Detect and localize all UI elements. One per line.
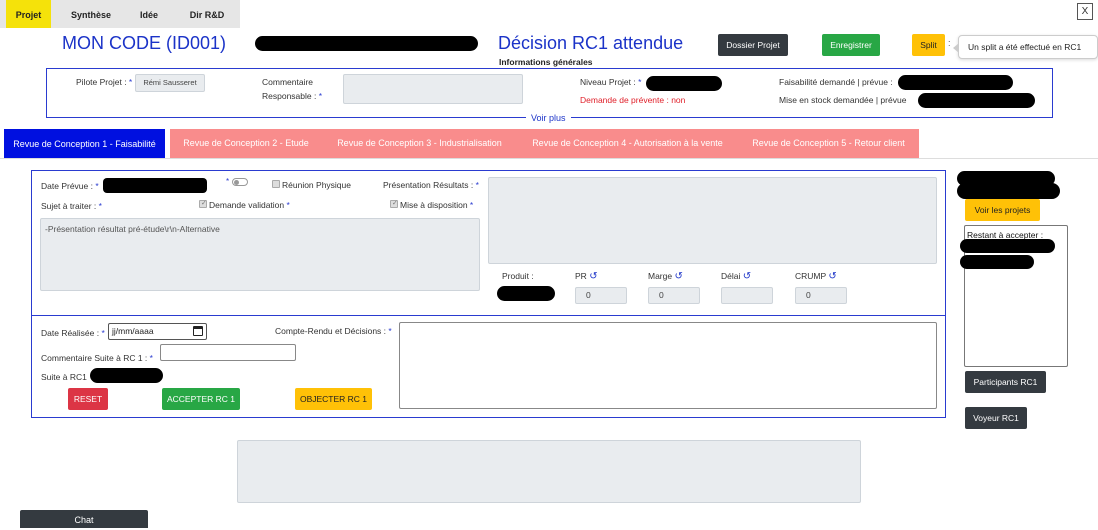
pr-history-icon[interactable]: ↺ (589, 271, 597, 282)
tab-dir-rd[interactable]: Dir R&D (180, 0, 234, 28)
close-button[interactable]: X (1077, 3, 1093, 20)
redacted-project-name (255, 36, 478, 51)
marge-history-icon[interactable]: ↺ (674, 271, 682, 282)
project-code-title: MON CODE (ID001) (62, 33, 227, 53)
date-realisee-label: Date Réalisée : * (41, 328, 105, 338)
reset-button[interactable]: RESET (68, 388, 108, 410)
redacted-restant-1 (960, 239, 1055, 253)
comment-label-line2: Responsable : * (262, 91, 323, 101)
prevente-status: Demande de prévente : non (580, 95, 686, 105)
crump-label: CRUMP ↺ (795, 271, 837, 282)
sujet-textarea[interactable]: -Présentation résultat pré-étude\r\n-Alt… (40, 218, 480, 291)
tab-rc4[interactable]: Revue de Conception 4 - Autorisation à l… (517, 129, 738, 158)
tab-rc2[interactable]: Revue de Conception 2 - Etude (170, 129, 322, 158)
demande-validation-checkbox[interactable] (199, 199, 207, 208)
date-toggle[interactable] (232, 178, 248, 186)
redacted-restant-2 (960, 255, 1034, 269)
faisabilite-label: Faisabilité demandé | prévue : (779, 77, 893, 87)
pilote-label: Pilote Projet : * (76, 77, 133, 87)
tab-rc5[interactable]: Revue de Conception 5 - Retour client (738, 129, 919, 158)
split-button[interactable]: Split (912, 34, 945, 56)
delai-history-icon[interactable]: ↺ (743, 271, 751, 282)
marge-label: Marge ↺ (648, 271, 683, 282)
pr-field[interactable]: 0 (575, 287, 627, 304)
produit-label: Produit : (502, 271, 534, 281)
voyeur-rc1-button[interactable]: Voyeur RC1 (965, 407, 1027, 429)
calendar-icon[interactable] (193, 326, 203, 336)
niveau-label: Niveau Projet : * (580, 77, 642, 87)
split-tooltip: Un split a été effectué en RC1 (953, 35, 1098, 59)
reunion-physique-label: Réunion Physique (282, 180, 351, 190)
redacted-date-prevue (103, 178, 207, 193)
split-dots-icon: : (948, 38, 951, 48)
save-button[interactable]: Enregistrer (822, 34, 880, 56)
dossier-projet-button[interactable]: Dossier Projet (718, 34, 788, 56)
redacted-niveau (646, 76, 722, 91)
voir-plus-link[interactable]: Voir plus (526, 113, 571, 123)
date-prevue-label: Date Prévue : * (41, 181, 99, 191)
presentation-textarea[interactable] (488, 177, 937, 264)
demande-validation-label: Demande validation * (209, 200, 290, 210)
presentation-label: Présentation Résultats : * (383, 180, 479, 190)
sujet-label: Sujet à traiter : * (41, 201, 102, 211)
tab-rc3[interactable]: Revue de Conception 3 - Industrialisatio… (322, 129, 517, 158)
date-prevue-required-mark: * (226, 177, 230, 186)
tab-rc1[interactable]: Revue de Conception 1 - Faisabilité (4, 129, 165, 158)
reunion-physique-checkbox[interactable] (272, 180, 280, 188)
tab-projet[interactable]: Projet (6, 0, 51, 28)
accept-rc1-button[interactable]: ACCEPTER RC 1 (162, 388, 240, 410)
crump-field[interactable]: 0 (795, 287, 847, 304)
stock-label: Mise en stock demandée | prévue (779, 95, 907, 105)
crump-history-icon[interactable]: ↺ (828, 271, 836, 282)
delai-field[interactable] (721, 287, 773, 304)
status-title: Décision RC1 attendue (498, 33, 684, 53)
redacted-side-2 (957, 183, 1060, 199)
object-rc1-button[interactable]: OBJECTER RC 1 (295, 388, 372, 410)
tab-idee[interactable]: Idée (128, 0, 170, 28)
suite-rc1-label: Suite à RC1 (41, 372, 87, 382)
tab-synthese[interactable]: Synthèse (60, 0, 122, 28)
general-info-legend: Informations générales (493, 57, 599, 67)
comment-label-line1: Commentaire (262, 77, 314, 87)
tabs-divider (0, 158, 1098, 159)
mise-disposition-checkbox[interactable] (390, 199, 398, 208)
comment-responsable-field[interactable] (343, 74, 523, 104)
commentaire-suite-input[interactable] (160, 344, 296, 361)
redacted-faisabilite (898, 75, 1013, 90)
participants-rc1-button[interactable]: Participants RC1 (965, 371, 1046, 393)
pr-label: PR ↺ (575, 271, 598, 282)
bottom-notes-field[interactable] (237, 440, 861, 503)
commentaire-suite-label: Commentaire Suite à RC 1 : * (41, 353, 153, 363)
delai-label: Délai ↺ (721, 271, 752, 282)
date-realisee-input[interactable]: jj/mm/aaaa (108, 323, 207, 340)
redacted-produit (497, 286, 555, 301)
compte-rendu-textarea[interactable] (399, 322, 937, 409)
compte-rendu-label: Compte-Rendu et Décisions : * (275, 326, 392, 336)
chat-button[interactable]: Chat (20, 510, 148, 528)
pilote-value[interactable]: Rémi Sausseret (135, 74, 205, 92)
redacted-stock (918, 93, 1035, 108)
redacted-suite-rc1 (90, 368, 163, 383)
mise-disposition-label: Mise à disposition * (400, 200, 474, 210)
marge-field[interactable]: 0 (648, 287, 700, 304)
voir-projets-button[interactable]: Voir les projets (965, 199, 1040, 221)
